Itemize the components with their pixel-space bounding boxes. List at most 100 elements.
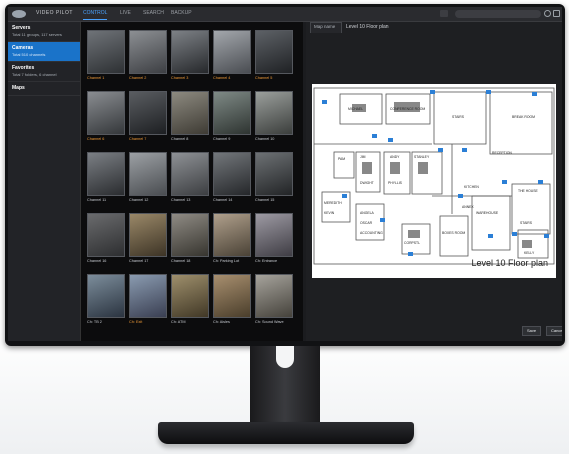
camera-feed-thumbnail[interactable]	[171, 30, 209, 74]
camera-marker-icon[interactable]	[532, 92, 537, 96]
camera-marker-icon[interactable]	[488, 234, 493, 238]
camera-feed-thumbnail[interactable]	[213, 30, 251, 74]
camera-marker-icon[interactable]	[372, 134, 377, 138]
camera-feed-thumbnail[interactable]	[129, 274, 167, 318]
tab-search[interactable]: SEARCH	[143, 10, 164, 16]
camera-marker-icon[interactable]	[438, 148, 443, 152]
settings-icon[interactable]	[544, 10, 551, 17]
camera-marker-icon[interactable]	[512, 232, 517, 236]
camera-tile[interactable]: Channel 12	[129, 152, 167, 207]
camera-feed-thumbnail[interactable]	[255, 213, 293, 257]
sidebar-item-subtitle: Total 11 groups, 117 servers	[12, 32, 62, 37]
camera-feed-thumbnail[interactable]	[129, 91, 167, 135]
tab-backup[interactable]: BACKUP	[171, 10, 192, 16]
camera-tile[interactable]: Channel 7	[129, 91, 167, 146]
camera-tile[interactable]: Channel 2	[129, 30, 167, 85]
camera-feed-thumbnail[interactable]	[213, 152, 251, 196]
camera-tile[interactable]: Channel 13	[171, 152, 209, 207]
room-label: ANGELA	[360, 211, 374, 215]
camera-tile[interactable]: Ch: Sound Wave	[255, 274, 293, 329]
camera-tile[interactable]: Channel 18	[171, 213, 209, 268]
sidebar-item-servers[interactable]: Servers Total 11 groups, 117 servers	[8, 22, 80, 42]
camera-marker-icon[interactable]	[458, 194, 463, 198]
camera-feed-thumbnail[interactable]	[255, 274, 293, 318]
camera-feed-thumbnail[interactable]	[171, 213, 209, 257]
sidebar-item-title: Maps	[12, 85, 25, 91]
camera-marker-icon[interactable]	[342, 194, 347, 198]
floor-plan-caption: Level 10 Floor plan	[471, 258, 548, 268]
camera-marker-icon[interactable]	[502, 180, 507, 184]
camera-label: Channel 6	[87, 137, 105, 141]
map-title: Level 10 Floor plan	[346, 24, 389, 30]
camera-marker-icon[interactable]	[322, 100, 327, 104]
save-button[interactable]: Save	[522, 326, 542, 336]
room-label: THE HOUSE	[518, 189, 539, 193]
camera-label: Channel 8	[171, 137, 189, 141]
room-label: KEVIN	[324, 211, 335, 215]
camera-label: Channel 1	[87, 76, 105, 80]
room-label: BOXES ROOM	[442, 231, 465, 235]
camera-feed-thumbnail[interactable]	[171, 274, 209, 318]
camera-tile[interactable]: Ch: TB 2	[87, 274, 125, 329]
camera-tile[interactable]: Ch: Aisles	[213, 274, 251, 329]
camera-feed-thumbnail[interactable]	[87, 213, 125, 257]
search-input[interactable]	[455, 10, 541, 18]
camera-tile[interactable]: Channel 4	[213, 30, 251, 85]
camera-marker-icon[interactable]	[462, 148, 467, 152]
camera-feed-thumbnail[interactable]	[87, 152, 125, 196]
room-label: KITCHEN	[464, 185, 479, 189]
camera-feed-thumbnail[interactable]	[171, 91, 209, 135]
camera-marker-icon[interactable]	[538, 180, 543, 184]
room-label: CORPSTL	[404, 241, 420, 245]
camera-label: Channel 14	[213, 198, 233, 202]
camera-feed-thumbnail[interactable]	[129, 30, 167, 74]
camera-tile[interactable]: Channel 9	[213, 91, 251, 146]
room-label: STANLEY	[414, 155, 430, 159]
camera-tile[interactable]: Channel 11	[87, 152, 125, 207]
tab-control[interactable]: CONTROL	[83, 10, 107, 16]
camera-marker-icon[interactable]	[486, 90, 491, 94]
camera-feed-thumbnail[interactable]	[255, 30, 293, 74]
sidebar-item-maps[interactable]: Maps	[8, 82, 80, 96]
camera-feed-thumbnail[interactable]	[213, 91, 251, 135]
camera-marker-icon[interactable]	[408, 252, 413, 256]
floor-plan[interactable]: MICHAEL CONFERENCE ROOM STAIRS BREAK ROO…	[312, 84, 556, 278]
sidebar-item-cameras[interactable]: Cameras Total 510 channels	[8, 42, 80, 62]
camera-feed-thumbnail[interactable]	[213, 213, 251, 257]
camera-grid: Channel 1 Channel 2 Channel 3 Channel 4 Chan…	[81, 22, 303, 341]
camera-tile[interactable]: Channel 5	[255, 30, 293, 85]
camera-marker-icon[interactable]	[388, 138, 393, 142]
camera-tile[interactable]: Channel 15	[255, 152, 293, 207]
camera-tile[interactable]: Channel 10	[255, 91, 293, 146]
camera-tile[interactable]: Channel 16	[87, 213, 125, 268]
tab-live[interactable]: LIVE	[120, 10, 131, 16]
map-tab-label: Map name	[314, 24, 336, 29]
sidebar-item-favorites[interactable]: Favorites Total 7 folders, 6 channel	[8, 62, 80, 82]
camera-feed-thumbnail[interactable]	[171, 152, 209, 196]
camera-tile[interactable]: Ch: Entrance	[255, 213, 293, 268]
camera-tile[interactable]: Channel 3	[171, 30, 209, 85]
camera-feed-thumbnail[interactable]	[255, 152, 293, 196]
camera-tile[interactable]: Channel 14	[213, 152, 251, 207]
camera-feed-thumbnail[interactable]	[87, 91, 125, 135]
camera-marker-icon[interactable]	[544, 234, 549, 238]
camera-tile[interactable]: Channel 8	[171, 91, 209, 146]
cancel-button[interactable]: Cancel	[546, 326, 562, 336]
camera-feed-thumbnail[interactable]	[255, 91, 293, 135]
camera-marker-icon[interactable]	[380, 218, 385, 222]
camera-tile[interactable]: Channel 6	[87, 91, 125, 146]
camera-tile[interactable]: Ch: ATM	[171, 274, 209, 329]
layout-grid-icon[interactable]	[440, 10, 448, 17]
menu-icon[interactable]	[553, 10, 560, 17]
camera-tile[interactable]: Ch: Exit	[129, 274, 167, 329]
camera-marker-icon[interactable]	[430, 90, 435, 94]
camera-feed-thumbnail[interactable]	[129, 152, 167, 196]
camera-tile[interactable]: Ch: Parking Lot	[213, 213, 251, 268]
camera-feed-thumbnail[interactable]	[87, 274, 125, 318]
camera-feed-thumbnail[interactable]	[129, 213, 167, 257]
camera-feed-thumbnail[interactable]	[213, 274, 251, 318]
camera-feed-thumbnail[interactable]	[87, 30, 125, 74]
camera-tile[interactable]: Channel 17	[129, 213, 167, 268]
room-label: KELLY	[524, 251, 535, 255]
camera-tile[interactable]: Channel 1	[87, 30, 125, 85]
